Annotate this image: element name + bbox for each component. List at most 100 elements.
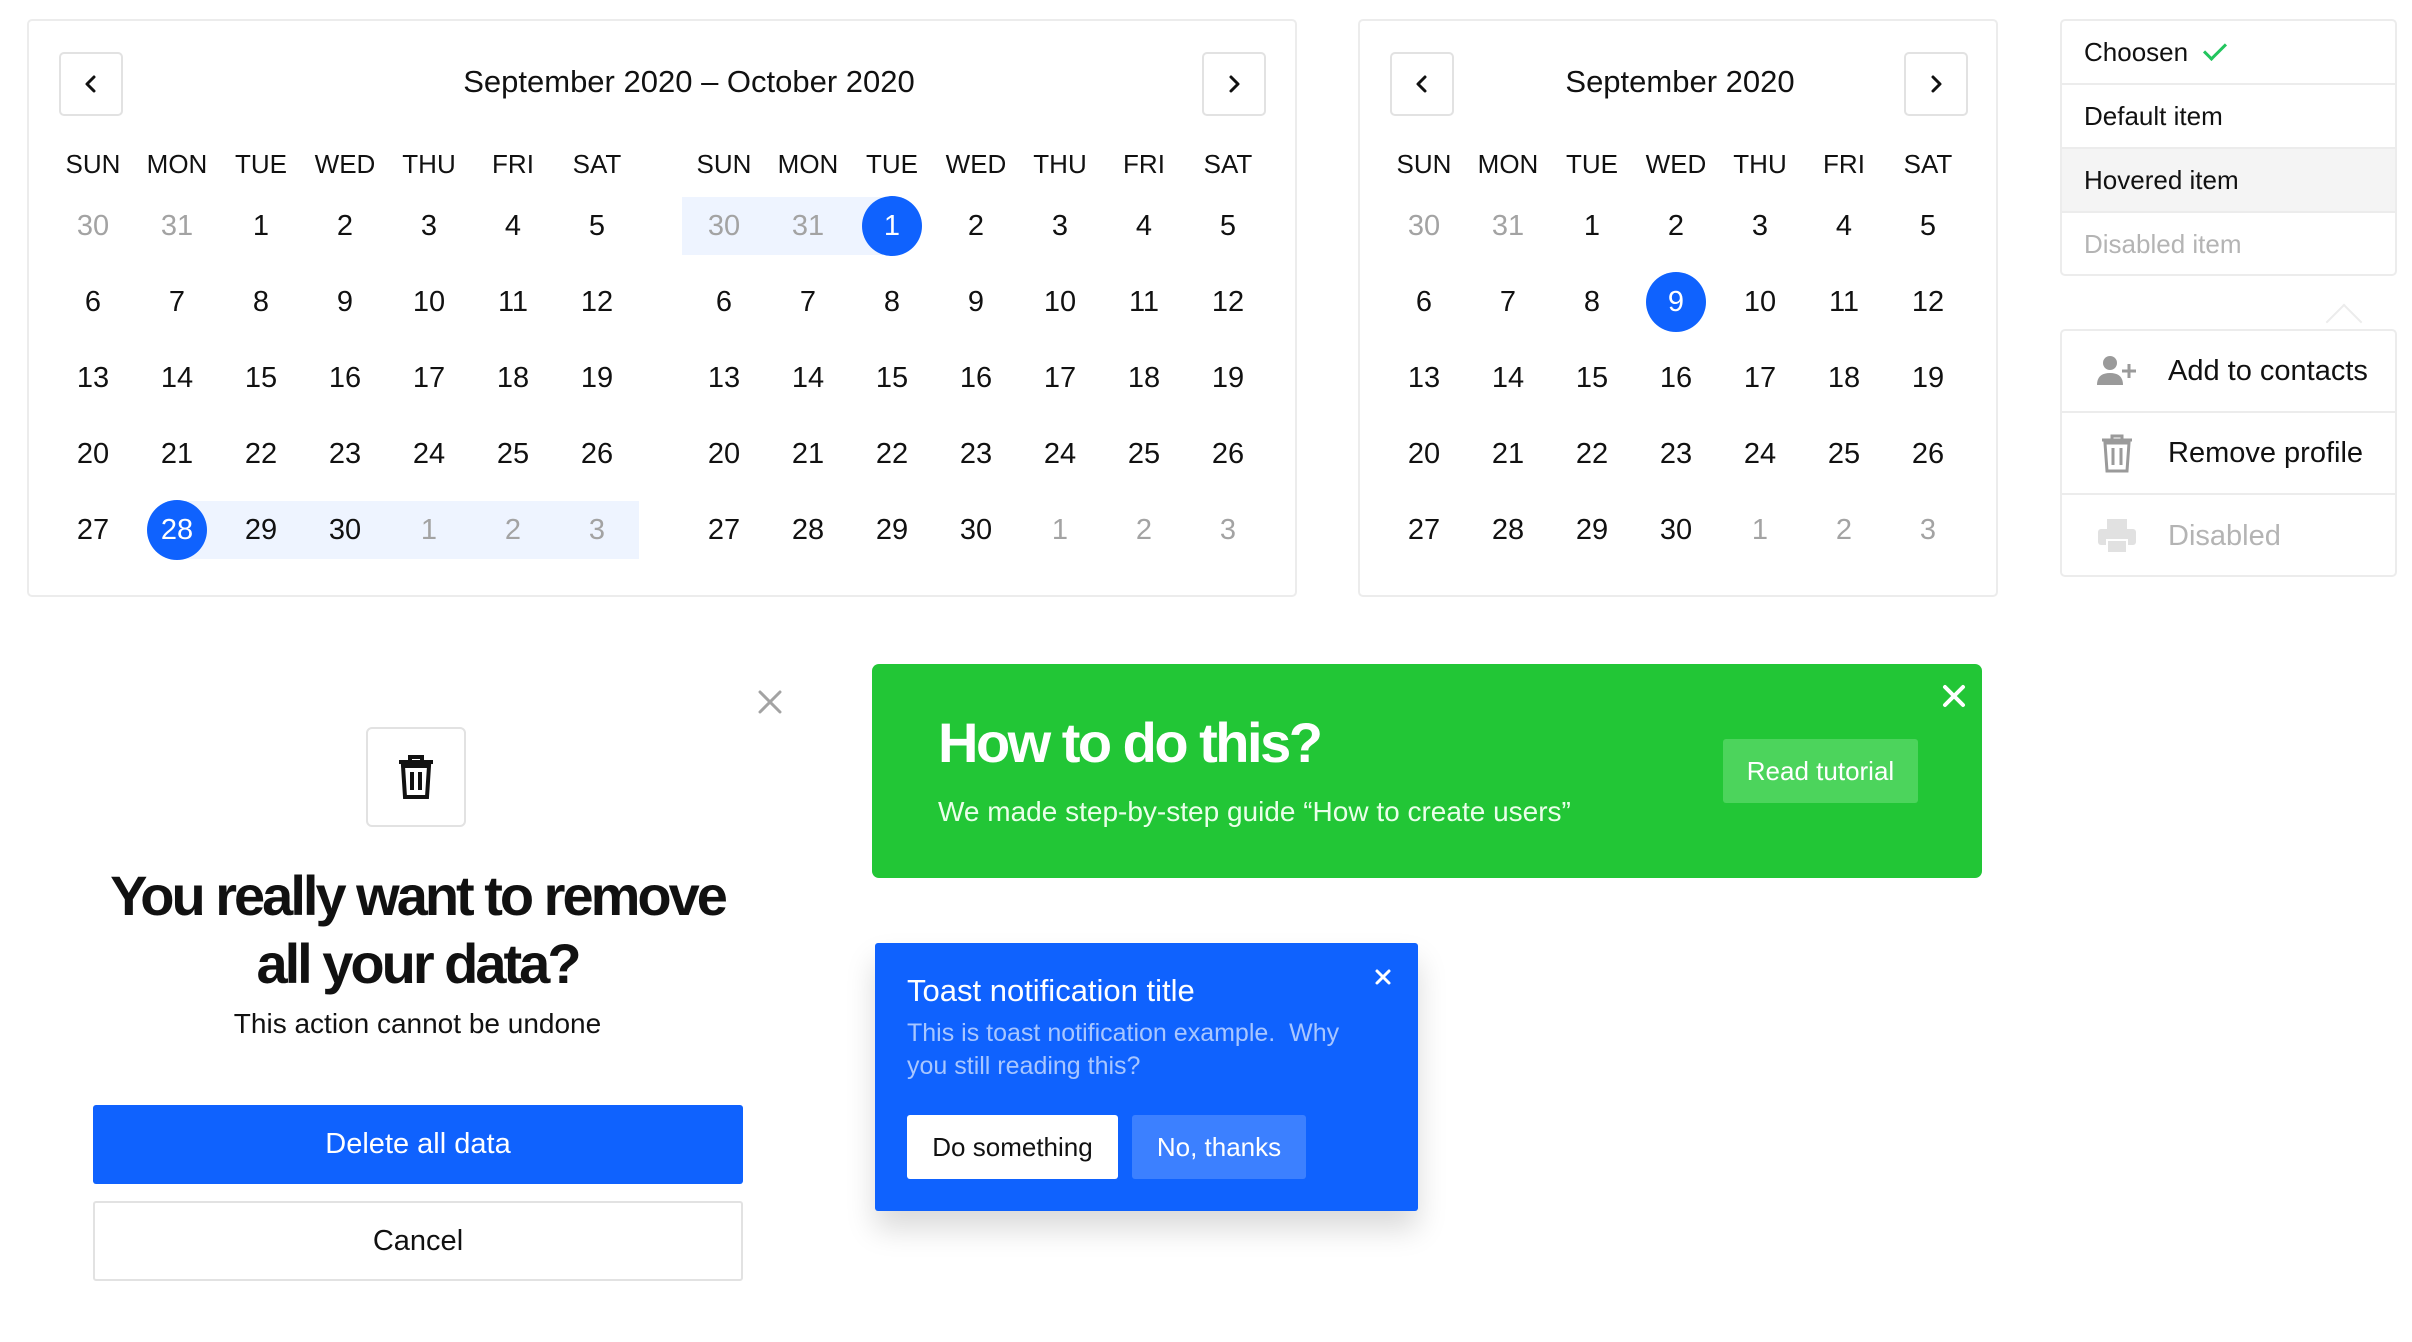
calendar-day[interactable]: 2: [471, 501, 555, 559]
calendar-day[interactable]: 14: [1466, 349, 1550, 407]
calendar-day[interactable]: 26: [1186, 425, 1270, 483]
calendar-day[interactable]: 24: [1018, 425, 1102, 483]
calendar-day[interactable]: 9: [934, 273, 1018, 331]
calendar-day[interactable]: 18: [1102, 349, 1186, 407]
calendar-day[interactable]: 22: [1550, 425, 1634, 483]
calendar-day[interactable]: 17: [387, 349, 471, 407]
calendar-day-selected[interactable]: 9: [1634, 272, 1718, 332]
calendar-day[interactable]: 2: [1802, 501, 1886, 559]
calendar-day[interactable]: 14: [766, 349, 850, 407]
calendar-day[interactable]: 18: [471, 349, 555, 407]
calendar-day[interactable]: 8: [1550, 273, 1634, 331]
calendar-day[interactable]: 27: [682, 501, 766, 559]
calendar-day[interactable]: 15: [1550, 349, 1634, 407]
calendar-day[interactable]: 30: [1634, 501, 1718, 559]
calendar-day[interactable]: 21: [766, 425, 850, 483]
calendar-day[interactable]: 1: [1018, 501, 1102, 559]
calendar-day[interactable]: 20: [682, 425, 766, 483]
calendar-day[interactable]: 20: [1382, 425, 1466, 483]
toast-close-button[interactable]: [1369, 963, 1397, 991]
calendar-day[interactable]: 13: [1382, 349, 1466, 407]
calendar-day[interactable]: 13: [682, 349, 766, 407]
calendar-day[interactable]: 2: [1102, 501, 1186, 559]
calendar-day[interactable]: 3: [1886, 501, 1970, 559]
calendar-day[interactable]: 7: [766, 273, 850, 331]
calendar-day[interactable]: 6: [1382, 273, 1466, 331]
calendar-day[interactable]: 19: [1886, 349, 1970, 407]
select-item-default[interactable]: Default item: [2062, 85, 2395, 149]
calendar-day[interactable]: 6: [51, 273, 135, 331]
read-tutorial-button[interactable]: Read tutorial: [1723, 739, 1918, 803]
calendar-day[interactable]: 27: [1382, 501, 1466, 559]
calendar-day[interactable]: 31: [1466, 197, 1550, 255]
calendar-day[interactable]: 11: [1802, 273, 1886, 331]
calendar-day[interactable]: 5: [1886, 197, 1970, 255]
calendar-day[interactable]: 2: [303, 197, 387, 255]
context-item-remove-profile[interactable]: Remove profile: [2062, 413, 2395, 495]
calendar-day[interactable]: 21: [1466, 425, 1550, 483]
calendar-day[interactable]: 2: [934, 197, 1018, 255]
calendar-day[interactable]: 15: [850, 349, 934, 407]
do-something-button[interactable]: Do something: [907, 1115, 1118, 1179]
calendar-day[interactable]: 30: [934, 501, 1018, 559]
calendar-day[interactable]: 29: [219, 501, 303, 559]
calendar-day[interactable]: 21: [135, 425, 219, 483]
calendar-day[interactable]: 4: [471, 197, 555, 255]
calendar-day[interactable]: 31: [766, 197, 850, 255]
calendar-day[interactable]: 17: [1018, 349, 1102, 407]
calendar-day[interactable]: 24: [1718, 425, 1802, 483]
calendar-day[interactable]: 23: [303, 425, 387, 483]
calendar-day[interactable]: 23: [1634, 425, 1718, 483]
calendar-day[interactable]: 3: [1186, 501, 1270, 559]
calendar-day[interactable]: 7: [135, 273, 219, 331]
calendar-day[interactable]: 16: [1634, 349, 1718, 407]
delete-all-data-button[interactable]: Delete all data: [93, 1105, 743, 1184]
calendar-day[interactable]: 16: [934, 349, 1018, 407]
calendar-day[interactable]: 28: [766, 501, 850, 559]
calendar-day[interactable]: 22: [219, 425, 303, 483]
calendar-day[interactable]: 11: [1102, 273, 1186, 331]
calendar-day[interactable]: 1: [1550, 197, 1634, 255]
calendar-day[interactable]: 23: [934, 425, 1018, 483]
calendar-day[interactable]: 25: [1102, 425, 1186, 483]
calendar-day[interactable]: 25: [1802, 425, 1886, 483]
calendar-day[interactable]: 29: [1550, 501, 1634, 559]
calendar-day[interactable]: 8: [219, 273, 303, 331]
prev-month-button[interactable]: [59, 52, 123, 116]
select-item-hovered[interactable]: Hovered item: [2062, 149, 2395, 213]
no-thanks-button[interactable]: No, thanks: [1132, 1115, 1306, 1179]
calendar-day[interactable]: 31: [135, 197, 219, 255]
calendar-day[interactable]: 2: [1634, 197, 1718, 255]
calendar-day[interactable]: 19: [1186, 349, 1270, 407]
calendar-day[interactable]: 3: [1718, 197, 1802, 255]
calendar-day[interactable]: 1: [387, 501, 471, 559]
calendar-day[interactable]: 9: [303, 273, 387, 331]
close-button[interactable]: [752, 684, 788, 720]
calendar-day-selected[interactable]: 28: [135, 500, 219, 560]
calendar-day[interactable]: 26: [1886, 425, 1970, 483]
calendar-day[interactable]: 18: [1802, 349, 1886, 407]
calendar-day[interactable]: 30: [1382, 197, 1466, 255]
calendar-day[interactable]: 28: [1466, 501, 1550, 559]
calendar-day[interactable]: 15: [219, 349, 303, 407]
calendar-day[interactable]: 4: [1802, 197, 1886, 255]
calendar-day[interactable]: 16: [303, 349, 387, 407]
prev-month-button[interactable]: [1390, 52, 1454, 116]
calendar-day[interactable]: 3: [555, 501, 639, 559]
calendar-day[interactable]: 27: [51, 501, 135, 559]
calendar-day[interactable]: 6: [682, 273, 766, 331]
calendar-day[interactable]: 22: [850, 425, 934, 483]
calendar-day[interactable]: 25: [471, 425, 555, 483]
calendar-day[interactable]: 5: [555, 197, 639, 255]
calendar-day[interactable]: 13: [51, 349, 135, 407]
context-item-add-to-contacts[interactable]: Add to contacts: [2062, 331, 2395, 413]
calendar-day[interactable]: 30: [51, 197, 135, 255]
calendar-day[interactable]: 1: [219, 197, 303, 255]
calendar-day[interactable]: 24: [387, 425, 471, 483]
calendar-day[interactable]: 4: [1102, 197, 1186, 255]
calendar-day[interactable]: 7: [1466, 273, 1550, 331]
calendar-day[interactable]: 30: [682, 197, 766, 255]
calendar-day[interactable]: 3: [387, 197, 471, 255]
calendar-day[interactable]: 5: [1186, 197, 1270, 255]
calendar-day[interactable]: 19: [555, 349, 639, 407]
